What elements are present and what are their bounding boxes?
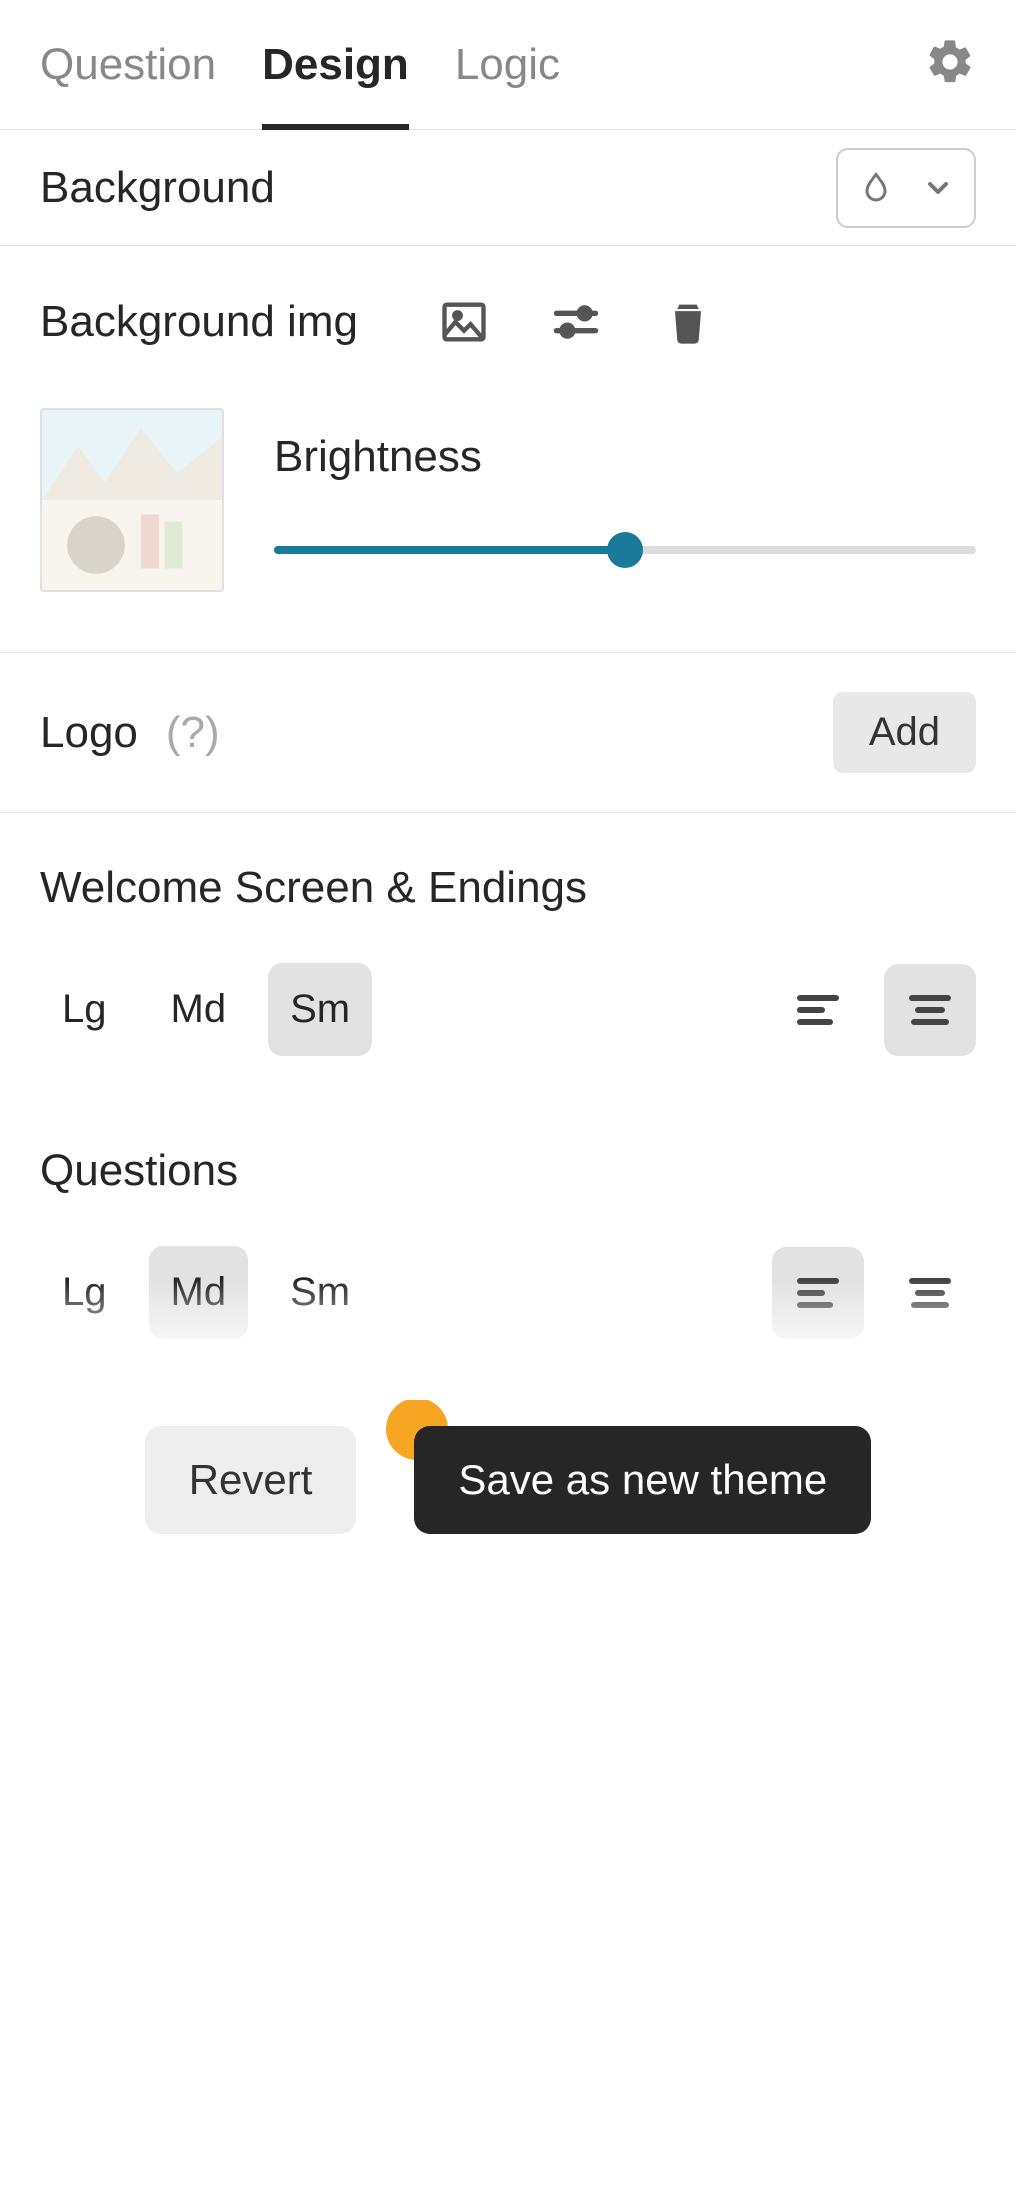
align-left-icon	[794, 986, 842, 1034]
background-img-label: Background img	[40, 297, 358, 347]
footer: Revert Save as new theme	[0, 1426, 1016, 1534]
questions-title: Questions	[40, 1146, 976, 1196]
welcome-size-sm[interactable]: Sm	[268, 963, 372, 1056]
align-center-icon	[906, 1269, 954, 1317]
tabs: Question Design Logic	[0, 0, 1016, 130]
add-logo-button[interactable]: Add	[833, 692, 976, 773]
brightness-label: Brightness	[274, 432, 976, 482]
background-img-section: Background img Brightness	[0, 246, 1016, 653]
align-left-icon	[794, 1269, 842, 1317]
welcome-size-md[interactable]: Md	[149, 963, 249, 1056]
revert-button[interactable]: Revert	[145, 1426, 357, 1534]
tab-question[interactable]: Question	[40, 0, 216, 130]
questions-section: Questions Lg Md Sm	[0, 1126, 1016, 1409]
questions-size-sm[interactable]: Sm	[268, 1246, 372, 1339]
tab-design[interactable]: Design	[262, 0, 409, 130]
logo-label: Logo	[40, 708, 138, 758]
background-img-thumbnail[interactable]	[40, 408, 224, 592]
questions-size-md[interactable]: Md	[149, 1246, 249, 1339]
background-color-picker[interactable]	[836, 148, 976, 228]
tab-logic[interactable]: Logic	[455, 0, 560, 130]
welcome-section: Welcome Screen & Endings Lg Md Sm	[0, 813, 1016, 1126]
logo-section: Logo (?) Add	[0, 653, 1016, 813]
questions-size-lg[interactable]: Lg	[40, 1246, 129, 1339]
align-center-icon	[906, 986, 954, 1034]
trash-icon[interactable]	[662, 296, 714, 348]
save-as-new-theme-button[interactable]: Save as new theme	[414, 1426, 871, 1534]
welcome-title: Welcome Screen & Endings	[40, 863, 976, 913]
sliders-icon[interactable]	[550, 296, 602, 348]
questions-align-left[interactable]	[772, 1247, 864, 1339]
logo-help[interactable]: (?)	[166, 708, 220, 758]
brightness-slider[interactable]	[274, 532, 976, 568]
chevron-down-icon	[922, 172, 954, 204]
image-icon[interactable]	[438, 296, 490, 348]
questions-align-center[interactable]	[884, 1247, 976, 1339]
background-label: Background	[40, 163, 275, 213]
welcome-align-center[interactable]	[884, 964, 976, 1056]
background-section: Background	[0, 130, 1016, 246]
gear-icon[interactable]	[924, 36, 976, 93]
welcome-size-lg[interactable]: Lg	[40, 963, 129, 1056]
droplet-icon	[858, 170, 894, 206]
slider-thumb[interactable]	[607, 532, 643, 568]
welcome-align-left[interactable]	[772, 964, 864, 1056]
